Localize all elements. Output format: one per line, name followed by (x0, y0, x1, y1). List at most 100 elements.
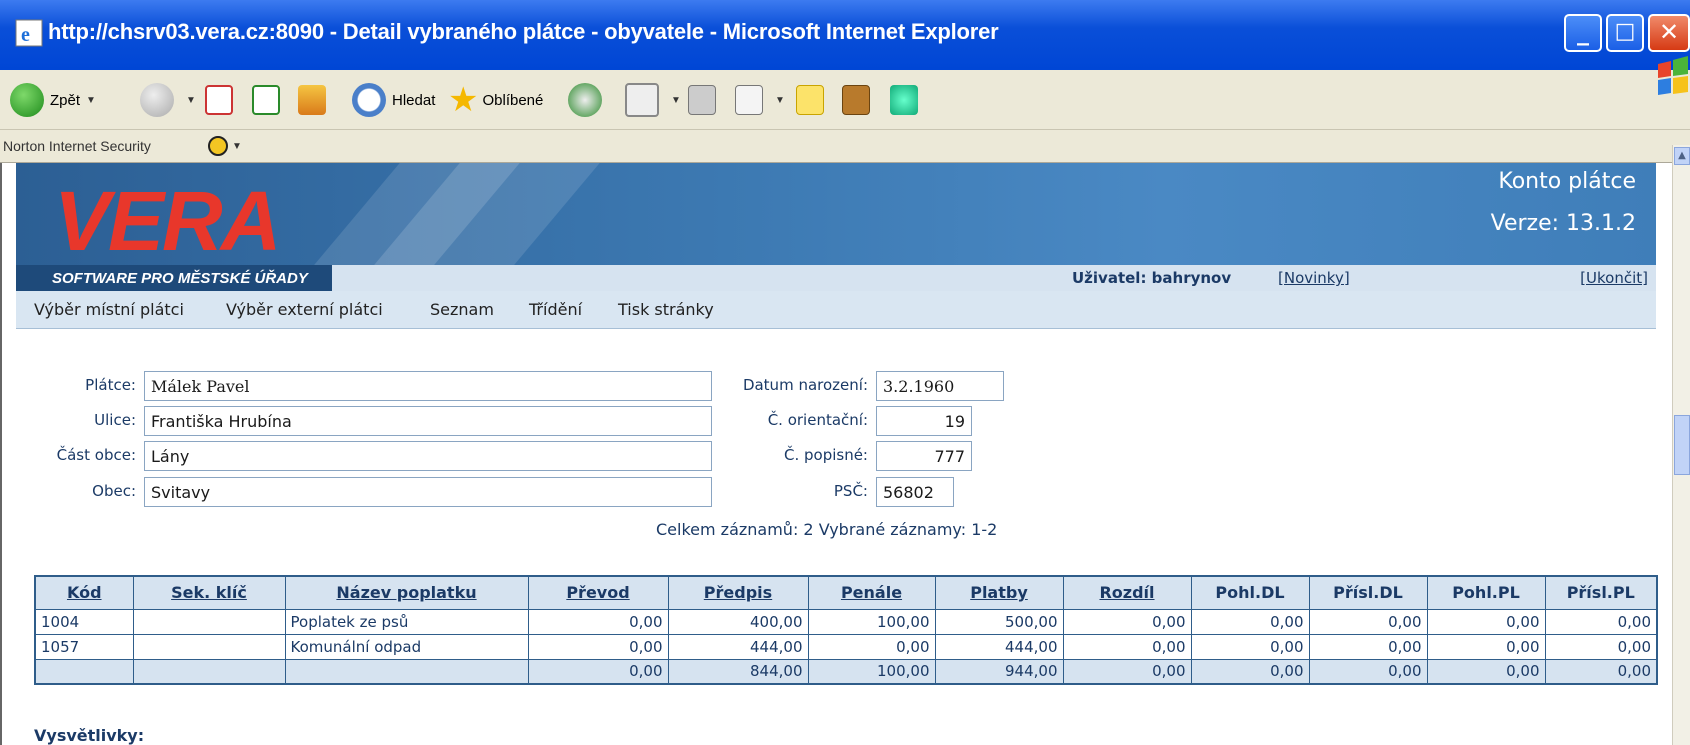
cell-predpis: 400,00 (667, 608, 809, 635)
norton-toolbar: Norton Internet Security ▼ (0, 130, 1690, 163)
cell-penale: 0,00 (807, 633, 936, 660)
table-row[interactable]: 1004 Poplatek ze psů 0,00 400,00 100,00 … (34, 608, 1658, 635)
cell-platby: 444,00 (934, 633, 1064, 660)
cell-platby: 500,00 (934, 608, 1064, 635)
col-prevod-header[interactable]: Převod (527, 575, 669, 610)
mail-icon (625, 83, 659, 117)
menu-item-vyber-mistni[interactable]: Výběr místní plátci (34, 300, 184, 319)
platce-field[interactable]: Málek Pavel (144, 371, 712, 401)
stop-button[interactable] (205, 80, 239, 120)
col-kod-header[interactable]: Kód (34, 575, 134, 610)
cell-rozdil: 0,00 (1062, 633, 1192, 660)
cell-nazev: Komunální odpad (284, 633, 529, 660)
edit-button[interactable]: ▼ (735, 80, 785, 120)
print-button[interactable] (688, 80, 722, 120)
cast-obce-field[interactable]: Lány (144, 441, 712, 471)
menu-item-vyber-externi[interactable]: Výběr externí plátci (226, 300, 383, 319)
stop-icon (205, 85, 233, 115)
col-nazev-header[interactable]: Název poplatku (284, 575, 529, 610)
cell-rozdil: 0,00 (1062, 608, 1192, 635)
mail-button[interactable]: ▼ (625, 80, 681, 120)
home-button[interactable] (298, 80, 332, 120)
back-button[interactable]: Zpět ▼ (10, 80, 96, 120)
favorites-button[interactable]: ★ Oblíbené (448, 80, 543, 120)
obec-label: Obec: (92, 482, 136, 500)
table-total-row: 0,00 844,00 100,00 944,00 0,00 0,00 0,00… (34, 658, 1658, 685)
psc-field[interactable]: 56802 (876, 477, 954, 507)
cell-pohl-dl: 0,00 (1190, 633, 1310, 660)
refresh-button[interactable] (252, 80, 286, 120)
back-arrow-icon (10, 83, 44, 117)
record-summary: Celkem záznamů: 2 Vybrané záznamy: 1-2 (656, 520, 998, 539)
cell-sek-klic (132, 658, 286, 685)
search-button[interactable]: Hledat (352, 80, 435, 120)
cislo-orientacni-field[interactable]: 19 (876, 406, 972, 436)
messenger-button[interactable] (890, 80, 924, 120)
col-sek-klic-header[interactable]: Sek. klíč (132, 575, 286, 610)
print-icon (688, 85, 716, 115)
col-platby-header[interactable]: Platby (934, 575, 1064, 610)
norton-globe-icon[interactable] (208, 136, 228, 156)
cell-prevod: 0,00 (527, 633, 669, 660)
cell-sek-klic (132, 608, 286, 635)
datum-narozeni-field[interactable]: 3.2.1960 (876, 371, 1004, 401)
back-label: Zpět (50, 91, 81, 109)
chevron-down-icon: ▼ (86, 94, 96, 106)
chevron-down-icon: ▼ (186, 94, 196, 106)
col-penale-header[interactable]: Penále (807, 575, 936, 610)
ulice-label: Ulice: (94, 411, 136, 429)
word-icon (735, 85, 763, 115)
cell-kod (34, 658, 134, 685)
close-button[interactable]: ✕ (1648, 14, 1690, 52)
col-predpis-header[interactable]: Předpis (667, 575, 809, 610)
cell-penale: 100,00 (807, 658, 936, 685)
ulice-field[interactable]: Františka Hrubína (144, 406, 712, 436)
obec-field[interactable]: Svitavy (144, 477, 712, 507)
table-header-row: Kód Sek. klíč Název poplatku Převod Před… (34, 575, 1658, 610)
windows-logo-icon (1658, 56, 1688, 95)
cell-prisl-pl: 0,00 (1544, 658, 1658, 685)
cell-pohl-pl: 0,00 (1426, 608, 1546, 635)
discuss-button[interactable] (796, 80, 830, 120)
star-icon: ★ (448, 81, 479, 119)
cell-pohl-pl: 0,00 (1426, 658, 1546, 685)
favorites-label: Oblíbené (482, 91, 544, 109)
menu-item-trideni[interactable]: Třídění (529, 300, 582, 319)
cislo-popisne-field[interactable]: 777 (876, 441, 972, 471)
news-link[interactable]: [Novinky] (1278, 269, 1350, 287)
cell-platby: 944,00 (934, 658, 1064, 685)
maximize-button[interactable]: □ (1606, 14, 1644, 52)
history-button[interactable] (568, 80, 608, 120)
module-title: Konto plátce (1498, 169, 1636, 194)
cell-sek-klic (132, 633, 286, 660)
version-label: Verze: 13.1.2 (1490, 211, 1636, 236)
cell-nazev: Poplatek ze psů (284, 608, 529, 635)
col-prisl-pl-header: Přísl.PL (1544, 575, 1658, 610)
history-icon (568, 83, 602, 117)
cell-prevod: 0,00 (527, 608, 669, 635)
search-label: Hledat (392, 91, 436, 109)
scroll-up-icon[interactable]: ▲ (1674, 147, 1690, 165)
menu-item-seznam[interactable]: Seznam (430, 300, 494, 319)
cell-prisl-pl: 0,00 (1544, 608, 1658, 635)
window-title: http://chsrv03.vera.cz:8090 - Detail vyb… (48, 19, 999, 44)
col-pohl-pl-header: Pohl.PL (1426, 575, 1546, 610)
ie-toolbar: Zpět ▼ ▼ Hledat ★ Oblíbené ▼ ▼ (0, 70, 1690, 130)
chevron-down-icon[interactable]: ▼ (232, 141, 242, 152)
col-rozdil-header[interactable]: Rozdíl (1062, 575, 1192, 610)
logout-link[interactable]: [Ukončit] (1580, 269, 1648, 287)
vera-logo: VERA (54, 174, 281, 268)
fees-table: Kód Sek. klíč Název poplatku Převod Před… (34, 575, 1658, 685)
research-button[interactable] (842, 80, 876, 120)
messenger-icon (890, 85, 918, 115)
cell-rozdil: 0,00 (1062, 658, 1192, 685)
forward-button[interactable]: ▼ (140, 80, 196, 120)
vertical-scrollbar[interactable]: ▲ (1672, 145, 1690, 745)
cell-prevod: 0,00 (527, 658, 669, 685)
scroll-thumb[interactable] (1674, 415, 1690, 475)
user-label: Uživatel: bahrynov (1072, 269, 1232, 287)
minimize-button[interactable]: _ (1564, 14, 1602, 52)
menu-item-tisk[interactable]: Tisk stránky (618, 300, 714, 319)
table-row[interactable]: 1057 Komunální odpad 0,00 444,00 0,00 44… (34, 633, 1658, 660)
forward-arrow-icon (140, 83, 174, 117)
